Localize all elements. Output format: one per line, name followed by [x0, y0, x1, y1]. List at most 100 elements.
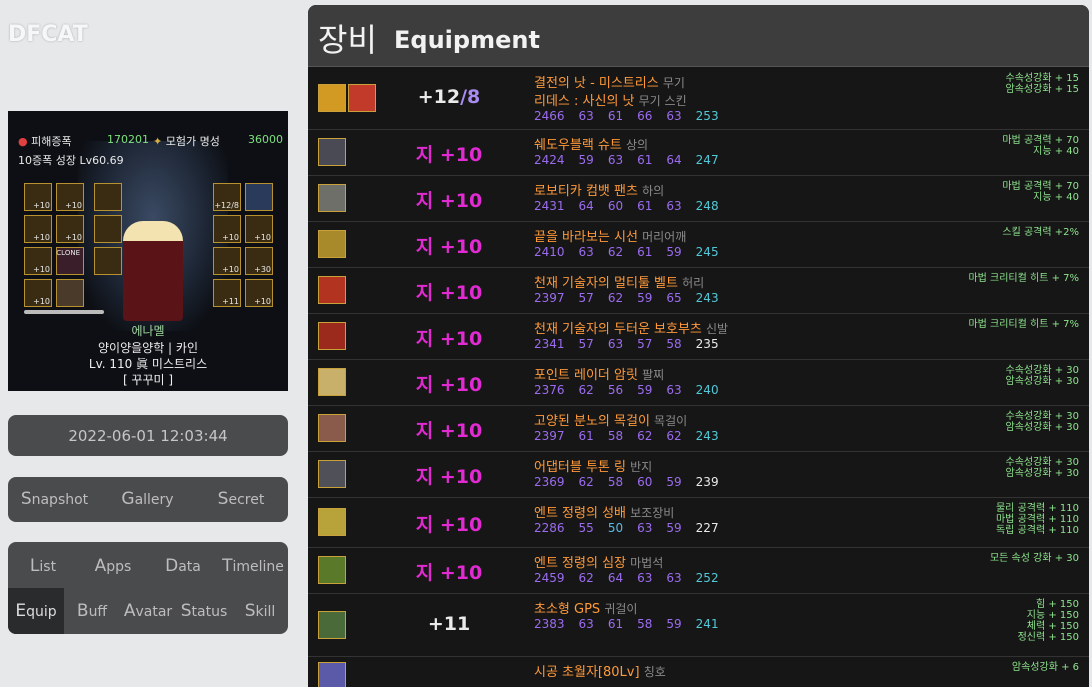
enhance-level: 지 +10 — [389, 370, 509, 397]
item-stats: 2397 57 62 59 65 243 — [534, 291, 733, 305]
slot-label: +10 — [65, 201, 82, 210]
nav-skill[interactable]: Skill — [232, 588, 288, 634]
stat-value: 252 — [695, 571, 719, 585]
equipment-row[interactable]: 지 +10 끝을 바라보는 시선 머리어깨 2410 63 62 61 59 245 스킬 공격… — [308, 221, 1089, 268]
slot-shoulder[interactable]: +10 — [24, 183, 52, 211]
stat-value: 2431 — [534, 199, 565, 213]
slot-skin[interactable] — [94, 183, 122, 211]
slot-pet[interactable] — [56, 279, 84, 307]
enhance-level: +12/8 — [389, 86, 509, 108]
item-name[interactable]: 엔트 정령의 심장 마법석 — [534, 552, 663, 571]
stat-value: 2286 — [534, 521, 565, 535]
item-icon[interactable] — [318, 138, 346, 166]
item-icon[interactable] — [318, 460, 346, 488]
nav-apps[interactable]: Apps — [78, 556, 148, 576]
item-icon[interactable] — [318, 368, 346, 396]
item-name[interactable]: 고양된 분노의 목걸이 목걸이 — [534, 410, 687, 429]
item-stats: 2466 63 61 66 63 253 — [534, 109, 733, 123]
enhance-level: 지 +10 — [389, 278, 509, 305]
item-name[interactable]: 로보티카 컴뱃 팬츠 하의 — [534, 180, 664, 199]
slot-weapon[interactable]: +12/8 — [213, 183, 241, 211]
stat-value: 62 — [607, 291, 624, 305]
stat-value: 2466 — [534, 109, 565, 123]
slot-necklace[interactable]: +10 — [245, 215, 273, 243]
equipment-row[interactable]: 시공 초월자[80Lv] 칭호 암속성강화 + 6 — [308, 656, 1089, 687]
slot-label: +10 — [222, 233, 239, 242]
item-name-text: 엔트 정령의 성배 — [534, 506, 631, 521]
skin-name[interactable]: 리데스 : 사신의 낫 무기 스킨 — [534, 90, 687, 109]
stat-value: 239 — [695, 475, 719, 489]
nav-equip[interactable]: Equip — [8, 588, 64, 634]
item-icon[interactable] — [318, 230, 346, 258]
brand-logo[interactable]: DFCAT — [8, 22, 88, 47]
stat-value: 2397 — [534, 429, 565, 443]
equipment-row[interactable]: +12/8 결전의 낫 - 미스트리스 무기 리데스 : 사신의 낫 무기 스킨 24… — [308, 67, 1089, 130]
item-icon[interactable] — [318, 84, 346, 112]
slot-earring-title[interactable] — [245, 183, 273, 211]
nav-cap: A — [123, 601, 136, 621]
nav-rest: ecret — [228, 492, 265, 508]
equipment-row[interactable]: 지 +10 천재 기술자의 두터운 보호부츠 신발 2341 57 63 57 58 235 마… — [308, 313, 1089, 360]
option-line: 마법 공격력 + 110 — [995, 514, 1079, 525]
item-icon[interactable] — [318, 556, 346, 584]
item-icon[interactable] — [318, 508, 346, 536]
item-icon[interactable] — [318, 322, 346, 350]
stat-value: 62 — [607, 245, 624, 259]
item-name[interactable]: 결전의 낫 - 미스트리스 무기 — [534, 72, 685, 91]
nav-data[interactable]: Data — [148, 556, 218, 576]
equipment-row[interactable]: 지 +10 포인트 레이더 암릿 팔찌 2376 62 56 59 63 240 수속성강화 +… — [308, 359, 1089, 406]
slot-support[interactable]: +30 — [245, 247, 273, 275]
equipment-row[interactable]: 지 +10 엔트 정령의 성배 보조장비 2286 55 50 63 59 227 물리 공격력… — [308, 497, 1089, 548]
slot-bottom[interactable]: +10 — [24, 215, 52, 243]
item-name[interactable]: 어댑터블 투톤 링 반지 — [534, 456, 652, 475]
slot-belt[interactable]: +10 — [56, 215, 84, 243]
item-name[interactable]: 천재 기술자의 두터운 보호부츠 신발 — [534, 318, 728, 337]
slot-creature[interactable] — [94, 247, 122, 275]
equipment-row[interactable]: +11 초소형 GPS 귀걸이 2383 63 61 58 59 241 힘 + 150 지능 +… — [308, 593, 1089, 657]
equipment-row[interactable]: 지 +10 로보티카 컴뱃 팬츠 하의 2431 64 60 61 63 248 마법 공격력 … — [308, 175, 1089, 222]
equipment-row[interactable]: 지 +10 쉐도우블랙 슈트 상의 2424 59 63 61 64 247 마법 공격력 + … — [308, 129, 1089, 176]
slot-earring[interactable]: +10 — [245, 279, 273, 307]
slot-ring[interactable]: +10 — [213, 247, 241, 275]
equipment-row[interactable]: 지 +10 엔트 정령의 심장 마법석 2459 62 64 63 63 252 모든 속성 강… — [308, 547, 1089, 594]
nav-cap: S — [244, 601, 256, 621]
item-stats: 2431 64 60 61 63 248 — [534, 199, 733, 213]
item-name[interactable]: 엔트 정령의 성배 보조장비 — [534, 502, 674, 521]
nav-gallery[interactable]: Gallery — [101, 489, 194, 509]
nav-list[interactable]: List — [8, 556, 78, 576]
character-level-class: Lv. 110 眞 미스트리스 — [88, 357, 208, 371]
equipment-row[interactable]: 지 +10 천재 기술자의 멀티툴 벨트 허리 2397 57 62 59 65 243 마법 … — [308, 267, 1089, 314]
nav-timeline[interactable]: Timeline — [218, 556, 288, 576]
slot-bracelet[interactable]: +10 — [213, 215, 241, 243]
slot-magic-stone[interactable]: +11 — [213, 279, 241, 307]
item-icon[interactable] — [318, 662, 346, 687]
item-name[interactable]: 포인트 레이더 암릿 팔찌 — [534, 364, 664, 383]
item-icon[interactable] — [318, 184, 346, 212]
item-options: 힘 + 150 지능 + 150 체력 + 150 정신력 + 150 — [1018, 599, 1079, 643]
item-icon[interactable] — [318, 276, 346, 304]
item-name[interactable]: 쉐도우블랙 슈트 상의 — [534, 134, 648, 153]
skin-icon[interactable] — [348, 84, 376, 112]
enhance-value: 지 +10 — [415, 282, 483, 304]
slot-shoes[interactable]: +10 — [24, 247, 52, 275]
slot-aura[interactable] — [94, 215, 122, 243]
stat-value: 60 — [607, 199, 624, 213]
item-name[interactable]: 천재 기술자의 멀티툴 벨트 허리 — [534, 272, 704, 291]
stat-value: 59 — [666, 617, 682, 631]
item-name[interactable]: 시공 초월자[80Lv] 칭호 — [534, 661, 666, 680]
item-name[interactable]: 끝을 바라보는 시선 머리어깨 — [534, 226, 686, 245]
item-name-text: 초소형 GPS — [534, 602, 605, 617]
slot-top[interactable]: +10 — [56, 183, 84, 211]
slot-title[interactable]: +10 — [24, 279, 52, 307]
nav-status[interactable]: Status — [176, 588, 232, 634]
equipment-row[interactable]: 지 +10 어댑터블 투톤 링 반지 2369 62 58 60 59 239 수속성강화 + … — [308, 451, 1089, 498]
nav-buff[interactable]: Buff — [64, 588, 120, 634]
item-icon[interactable] — [318, 611, 346, 639]
equipment-row[interactable]: 지 +10 고양된 분노의 목걸이 목걸이 2397 61 58 62 62 243 수속성강화… — [308, 405, 1089, 452]
item-name[interactable]: 초소형 GPS 귀걸이 — [534, 598, 637, 617]
item-icon[interactable] — [318, 414, 346, 442]
nav-snapshot[interactable]: Snapshot — [8, 489, 101, 509]
slot-clone[interactable]: CLONE — [56, 247, 84, 275]
nav-secret[interactable]: Secret — [194, 489, 288, 509]
nav-avatar[interactable]: Avatar — [120, 588, 176, 634]
